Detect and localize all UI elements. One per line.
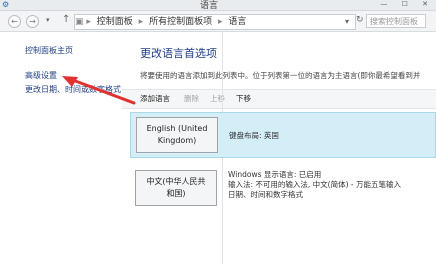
- chevron-right-icon: ▸: [217, 17, 223, 27]
- page-description: 将要使用的语言添加到此列表中。位于列表第一位的语言为主语言(即你最希望看到并: [140, 71, 421, 80]
- chevron-right-icon: ▸: [138, 17, 144, 27]
- app-icon: ⚙: [2, 0, 10, 9]
- window-title: 语言: [200, 1, 219, 11]
- language-name-line1: 中文(中华人民共: [146, 177, 206, 186]
- nav-advanced-settings[interactable]: 高级设置: [25, 70, 57, 81]
- address-bar[interactable]: ▣ ▸ 控制面板 ▸ 所有控制面板项 ▸ 语言 ▾: [74, 14, 356, 30]
- language-name-line1: English (United: [146, 124, 208, 133]
- back-icon[interactable]: ←: [8, 15, 21, 28]
- language-name-line2: Kingdom): [157, 136, 197, 145]
- chevron-down-icon[interactable]: ▾: [345, 15, 349, 29]
- title-bar: ⚙ 语言 — ☐ ✕: [0, 0, 436, 11]
- window-controls[interactable]: — ☐ ✕: [380, 0, 434, 8]
- date-time-format-info: 日期、时间和数字格式: [228, 190, 303, 199]
- keyboard-layout-info: 键盘布局: 英国: [229, 131, 279, 140]
- left-navigation: 控制面板主页 高级设置 更改日期、时间或数字格式: [0, 32, 122, 264]
- main-content: 更改语言首选项 将要使用的语言添加到此列表中。位于列表第一位的语言为主语言(即你…: [122, 32, 436, 264]
- breadcrumb-all-items[interactable]: 所有控制面板项: [149, 17, 212, 27]
- breadcrumb-control-panel[interactable]: 控制面板: [97, 17, 133, 27]
- delete-button[interactable]: 删除: [184, 90, 199, 108]
- recent-dropdown-icon[interactable]: ▾: [46, 16, 50, 24]
- up-icon[interactable]: ↑: [62, 14, 70, 25]
- language-row-chinese[interactable]: 中文(中华人民共 和国) Windows 显示语言: 已启用 输入法: 不可用的…: [130, 166, 436, 212]
- input-method-info: 输入法: 不可用的输入法, 中文(简体) - 万能五笔输入: [228, 180, 402, 189]
- display-language-info: Windows 显示语言: 已启用: [228, 170, 322, 179]
- breadcrumb-language[interactable]: 语言: [228, 17, 246, 27]
- page-title: 更改语言首选项: [140, 47, 217, 60]
- search-input[interactable]: 搜索控制面板: [366, 14, 426, 28]
- language-toolbar: 添加语言 删除 上移 下移: [122, 89, 436, 109]
- language-tile-chinese[interactable]: 中文(中华人民共 和国): [135, 170, 217, 206]
- language-tile-english[interactable]: English (United Kingdom): [136, 117, 218, 153]
- nav-control-panel-home[interactable]: 控制面板主页: [25, 45, 73, 56]
- language-row-english[interactable]: English (United Kingdom) 键盘布局: 英国: [130, 112, 436, 158]
- language-name-line2: 和国): [166, 189, 186, 198]
- add-language-button[interactable]: 添加语言: [140, 90, 170, 108]
- refresh-icon[interactable]: ↻: [356, 15, 364, 25]
- forward-icon[interactable]: →: [26, 15, 39, 28]
- control-panel-icon: ▣ ▸: [75, 17, 91, 27]
- navigation-bar: ← → ▾ ↑ ▣ ▸ 控制面板 ▸ 所有控制面板项 ▸ 语言 ▾ ↻ 搜索控制…: [0, 11, 436, 32]
- annotation-arrow-icon: [62, 76, 136, 105]
- move-down-button[interactable]: 下移: [236, 90, 251, 108]
